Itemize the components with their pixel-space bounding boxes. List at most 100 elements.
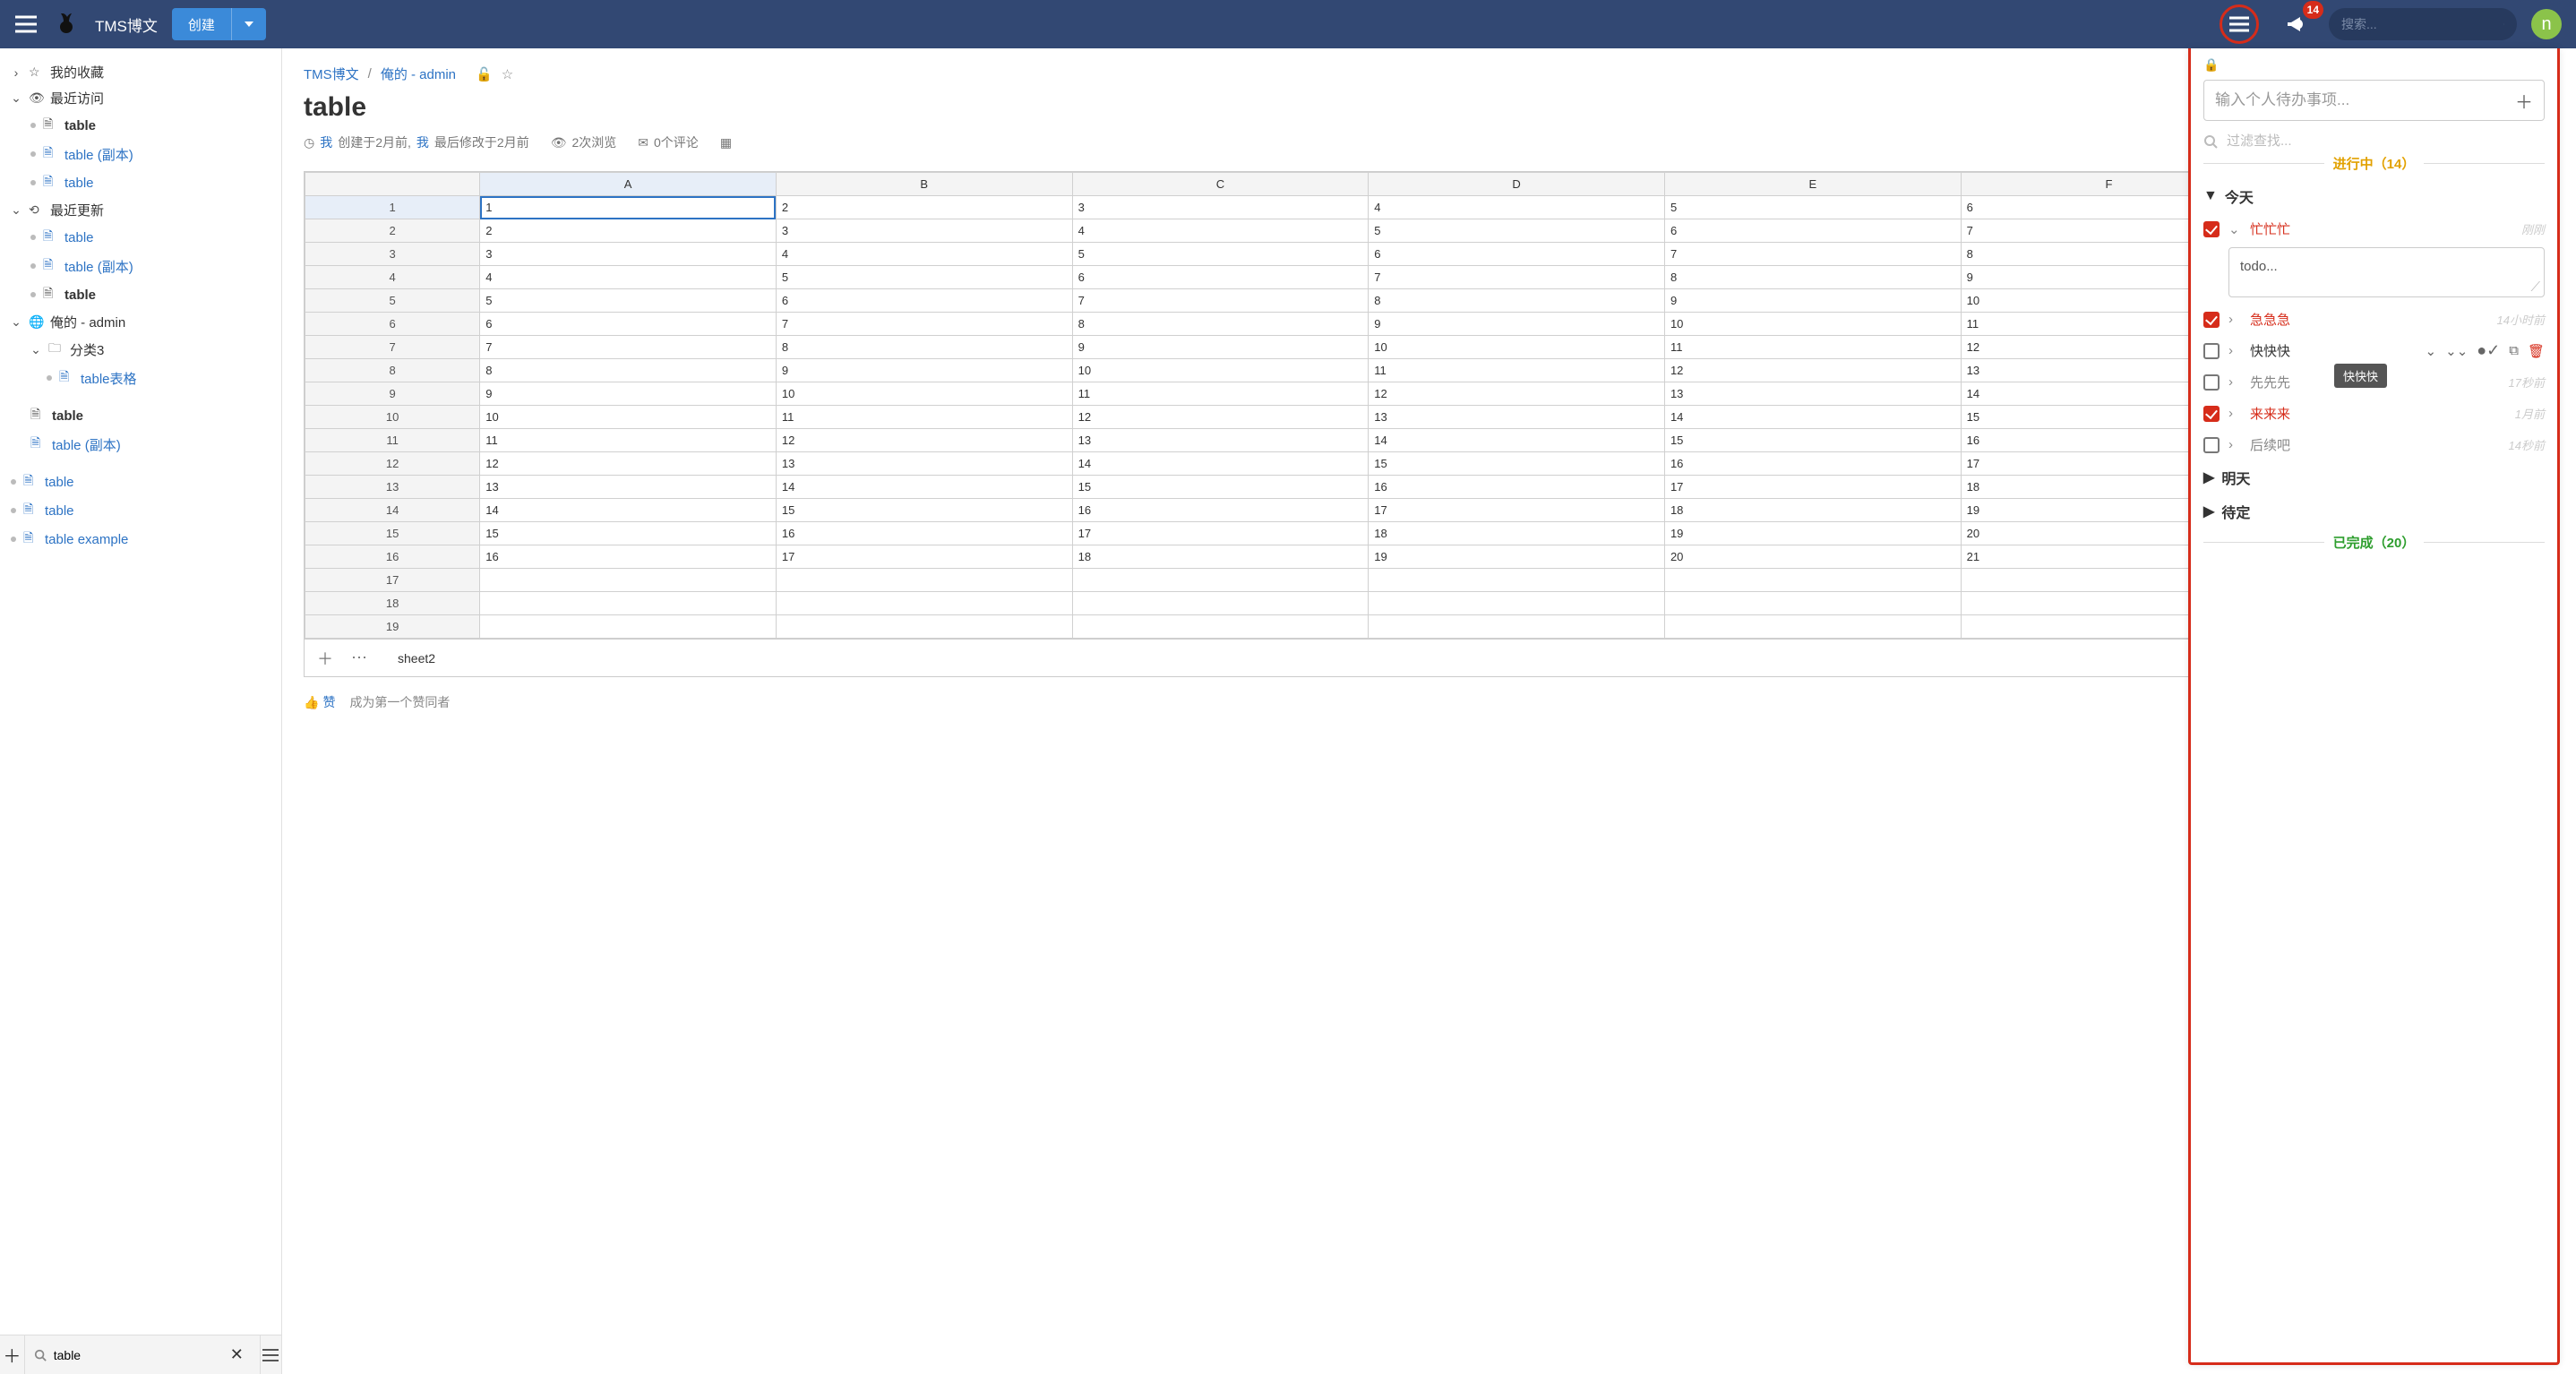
chevron-right-icon[interactable]: ›	[2228, 437, 2241, 452]
cell[interactable]: 6	[1369, 243, 1665, 266]
nav-recent-visit-item[interactable]: 🗎table	[27, 168, 274, 197]
cell[interactable]: 4	[1369, 196, 1665, 219]
breadcrumb-root[interactable]: TMS博文	[304, 64, 359, 83]
modifier-link[interactable]: 我	[416, 133, 429, 151]
cell[interactable]: 8	[1369, 289, 1665, 313]
cell[interactable]: 9	[1664, 289, 1961, 313]
cell[interactable]: 6	[776, 289, 1072, 313]
nav-loose-item[interactable]: 🗎table example	[7, 525, 274, 554]
cell[interactable]	[776, 592, 1072, 615]
cell[interactable]: 11	[1664, 336, 1961, 359]
chevron-down-icon[interactable]: ⌄	[2426, 343, 2437, 359]
nav-category[interactable]: ⌄ 🗀 分类3	[27, 335, 274, 364]
row-header[interactable]: 8	[305, 359, 480, 382]
cell[interactable]: 4	[776, 243, 1072, 266]
cell[interactable]: 11	[776, 406, 1072, 429]
cell[interactable]: 17	[1664, 476, 1961, 499]
cell[interactable]: 7	[1072, 289, 1369, 313]
cell[interactable]: 16	[1664, 452, 1961, 476]
check-circle-icon[interactable]: ●✓	[2477, 341, 2500, 360]
todo-body[interactable]: todo...⟋	[2228, 247, 2545, 297]
cell[interactable]: 14	[1072, 452, 1369, 476]
todo-add-input[interactable]	[2215, 91, 2515, 109]
chevron-down-icon[interactable]: ⌄	[2228, 221, 2241, 237]
todo-item[interactable]: ⌄忙忙忙刚刚	[2203, 219, 2545, 238]
cell[interactable]: 16	[1072, 499, 1369, 522]
cell[interactable]: 11	[480, 429, 777, 452]
like-button[interactable]: 👍 赞	[304, 693, 335, 711]
row-header[interactable]: 17	[305, 569, 480, 592]
todo-section-today[interactable]: ▼今天	[2203, 185, 2545, 207]
todo-add-button[interactable]: ＋	[2515, 88, 2533, 114]
cell[interactable]: 10	[1369, 336, 1665, 359]
checkbox[interactable]	[2203, 343, 2220, 359]
cell[interactable]: 3	[480, 243, 777, 266]
todo-filter-input[interactable]	[2227, 133, 2545, 149]
checkbox[interactable]	[2203, 437, 2220, 453]
row-header[interactable]: 19	[305, 615, 480, 639]
cell[interactable]: 15	[1369, 452, 1665, 476]
row-header[interactable]: 2	[305, 219, 480, 243]
nav-recent-visit[interactable]: ⌄ 👁 最近访问	[7, 85, 274, 111]
col-header[interactable]: B	[776, 173, 1072, 196]
cell[interactable]: 19	[1369, 545, 1665, 569]
cell[interactable]: 13	[1664, 382, 1961, 406]
sidebar-search-input[interactable]	[54, 1348, 216, 1362]
cell[interactable]: 10	[1072, 359, 1369, 382]
nav-recent-update-item[interactable]: 🗎table	[27, 280, 274, 309]
cell[interactable]: 9	[1369, 313, 1665, 336]
row-header[interactable]: 18	[305, 592, 480, 615]
corner-cell[interactable]	[305, 173, 480, 196]
checkbox[interactable]	[2203, 312, 2220, 328]
cell[interactable]: 15	[776, 499, 1072, 522]
nav-mine-item[interactable]: 🗎table	[27, 401, 274, 430]
nav-recent-visit-item[interactable]: 🗎table (副本)	[27, 140, 274, 168]
cell[interactable]: 3	[776, 219, 1072, 243]
cell[interactable]: 5	[1072, 243, 1369, 266]
cell[interactable]: 18	[1072, 545, 1369, 569]
row-header[interactable]: 7	[305, 336, 480, 359]
nav-recent-update[interactable]: ⌄ ⟲ 最近更新	[7, 197, 274, 223]
nav-loose-item[interactable]: 🗎table	[7, 496, 274, 525]
todo-item[interactable]: ›急急急14小时前	[2203, 310, 2545, 329]
cell[interactable]: 4	[480, 266, 777, 289]
create-button[interactable]: 创建	[172, 8, 266, 40]
nav-mine-item[interactable]: 🗎table (副本)	[27, 430, 274, 459]
cell[interactable]: 17	[1072, 522, 1369, 545]
global-search-input[interactable]	[2341, 17, 2503, 31]
cell[interactable]: 12	[1369, 382, 1665, 406]
cell[interactable]: 6	[1664, 219, 1961, 243]
unlock-icon[interactable]: 🔓	[476, 66, 493, 82]
cell[interactable]: 13	[1072, 429, 1369, 452]
menu-toggle[interactable]	[14, 15, 38, 33]
cell[interactable]: 12	[776, 429, 1072, 452]
cell[interactable]: 8	[776, 336, 1072, 359]
cell[interactable]: 10	[776, 382, 1072, 406]
col-header[interactable]: A	[480, 173, 777, 196]
row-header[interactable]: 16	[305, 545, 480, 569]
todo-add[interactable]: ＋	[2203, 80, 2545, 121]
cell[interactable]: 18	[1369, 522, 1665, 545]
chevron-right-icon[interactable]: ›	[2228, 312, 2241, 327]
cell[interactable]: 5	[480, 289, 777, 313]
cell[interactable]: 9	[776, 359, 1072, 382]
cell[interactable]: 20	[1664, 545, 1961, 569]
row-header[interactable]: 13	[305, 476, 480, 499]
nav-recent-update-item[interactable]: 🗎table	[27, 223, 274, 252]
col-header[interactable]: E	[1664, 173, 1961, 196]
todo-section-pending[interactable]: ▶待定	[2203, 501, 2545, 522]
cell[interactable]: 5	[1369, 219, 1665, 243]
announce-button[interactable]: 14	[2279, 6, 2314, 42]
global-search[interactable]	[2329, 8, 2517, 40]
cell[interactable]: 15	[1072, 476, 1369, 499]
cell[interactable]: 15	[1664, 429, 1961, 452]
cell[interactable]: 7	[480, 336, 777, 359]
avatar[interactable]: n	[2531, 9, 2562, 39]
cell[interactable]	[1369, 592, 1665, 615]
todo-section-tomorrow[interactable]: ▶明天	[2203, 467, 2545, 488]
todo-item[interactable]: ›来来来1月前	[2203, 404, 2545, 423]
cell[interactable]: 11	[1369, 359, 1665, 382]
cell[interactable]: 5	[776, 266, 1072, 289]
clear-icon[interactable]: ✕	[223, 1345, 251, 1364]
cell[interactable]: 7	[1369, 266, 1665, 289]
